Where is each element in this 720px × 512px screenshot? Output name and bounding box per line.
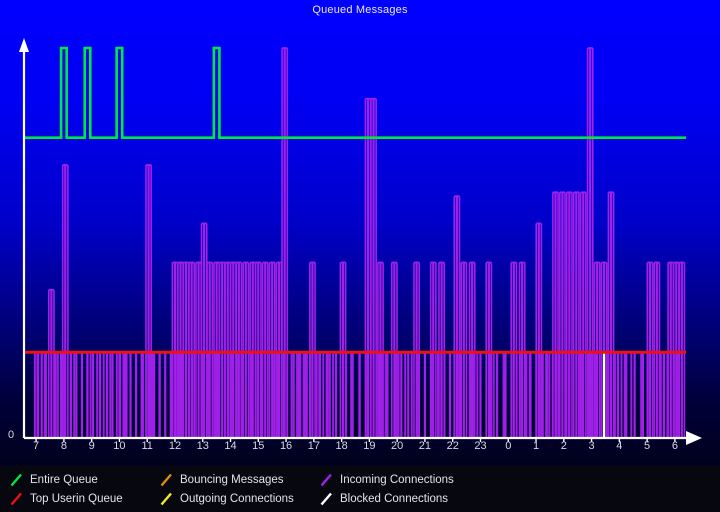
legend-blocked-connections[interactable]: Blocked Connections [320,491,448,507]
x-tick-label: 6 [671,440,678,452]
legend-color-swatch-icon [160,473,173,487]
x-tick-label: 20 [391,440,404,452]
legend-outgoing-connections[interactable]: Outgoing Connections [160,491,294,507]
x-tick-label: 10 [113,440,126,452]
x-tick-label: 5 [644,440,651,452]
legend-color-swatch-icon [10,473,23,487]
legend-label: Outgoing Connections [180,493,294,505]
x-tick-label: 18 [335,440,348,452]
x-tick-label: 0 [505,440,512,452]
x-tick-label: 8 [60,440,67,452]
y-axis-arrow-icon [19,38,29,52]
x-tick-label: 16 [279,440,293,452]
x-tick-label: 4 [616,440,623,452]
legend-top-userin-queue[interactable]: Top Userin Queue [10,491,123,507]
x-tick-label: 13 [196,440,209,452]
x-tick-label: 1 [532,440,540,452]
plot-area [0,0,720,466]
x-tick-label: 14 [224,440,237,452]
legend-color-swatch-icon [10,492,23,506]
chart-canvas [19,38,702,445]
x-tick-label: 7 [33,440,40,452]
x-tick-label: 11 [141,440,153,452]
legend-incoming-connections[interactable]: Incoming Connections [320,472,454,488]
x-tick-label: 19 [363,440,376,452]
legend-color-swatch-icon [160,492,173,506]
chart-window: Queued Messages 0 7 8 9 10 11 12 13 14 15 16 17 18 1… [0,0,720,512]
x-tick-label: 12 [168,440,182,452]
legend-label: Entire Queue [30,474,98,486]
legend-label: Bouncing Messages [180,474,284,486]
x-tick-label: 15 [252,440,265,452]
x-tick-label: 23 [474,440,487,452]
legend-color-swatch-icon [320,492,333,506]
x-tick-label: 21 [418,440,432,452]
page-title: Queued Messages [312,4,408,16]
x-tick-label: 17 [307,440,320,452]
x-tick-label: 9 [88,440,95,452]
series-incoming-connections [33,47,686,438]
x-tick-label: 2 [560,440,567,452]
legend-entire-queue[interactable]: Entire Queue [10,472,98,488]
legend-color-swatch-icon [320,473,333,487]
x-axis-tick-labels: 7 8 9 10 11 12 13 14 15 16 17 18 19 20 21 22 23 0 1 2 3 4 5 6 [0,440,720,460]
legend-label: Top Userin Queue [30,493,123,505]
legend-bouncing-messages[interactable]: Bouncing Messages [160,472,284,488]
chart-legend: Entire Queue Top Userin Queue Bouncing Mes… [0,466,720,512]
x-tick-label: 3 [588,440,595,452]
legend-label: Incoming Connections [340,474,454,486]
x-tick-label: 22 [446,440,459,452]
legend-label: Blocked Connections [340,493,449,505]
